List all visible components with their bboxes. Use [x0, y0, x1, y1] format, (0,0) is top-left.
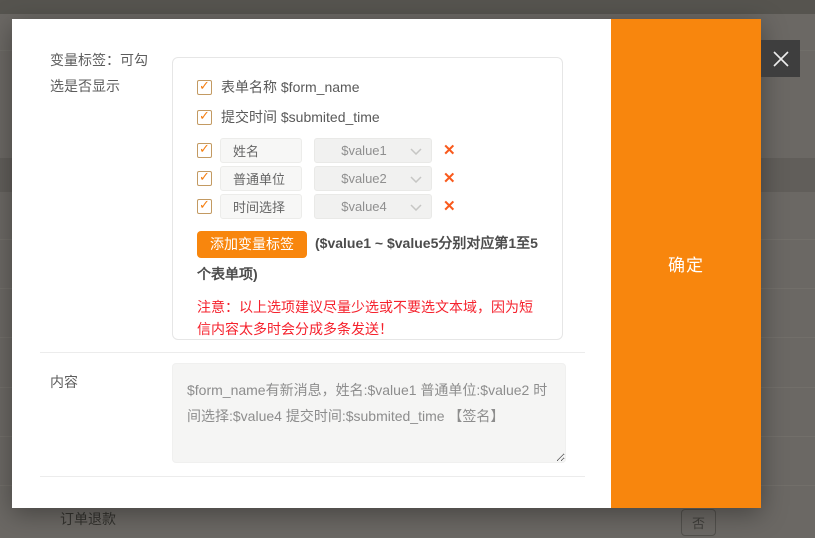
variable-select[interactable]: $value4	[314, 194, 432, 219]
background-header-bar	[0, 0, 815, 14]
close-dialog-button[interactable]	[761, 40, 800, 77]
add-variable-tag-button[interactable]: 添加变量标签	[197, 231, 307, 258]
add-variable-row: 添加变量标签($value1 ~ $value5分别对应第1至5个表单项)	[197, 228, 544, 290]
sms-variable-settings-dialog: 变量标签：可勾选是否显示 表单名称 $form_name 提交时间 $submi…	[12, 19, 761, 508]
section-divider	[40, 476, 585, 477]
variable-select-value: $value4	[341, 199, 387, 214]
variable-tags-panel: 表单名称 $form_name 提交时间 $submited_time $val…	[172, 57, 563, 340]
close-icon	[771, 49, 791, 69]
checkbox-checked-icon[interactable]	[197, 143, 212, 158]
variable-select-value: $value1	[341, 143, 387, 158]
chevron-down-icon	[410, 148, 422, 155]
content-section-label: 内容	[50, 369, 156, 395]
variable-tags-section-label: 变量标签：可勾选是否显示	[50, 47, 156, 99]
chevron-down-icon	[410, 204, 422, 211]
field-name-input[interactable]	[220, 194, 302, 219]
delete-row-icon[interactable]: ✕	[443, 199, 456, 214]
variable-row-submit-time: 提交时间 $submited_time	[197, 108, 544, 126]
delete-row-icon[interactable]: ✕	[443, 171, 456, 186]
variable-field-row: $value2 ✕	[197, 166, 544, 191]
variable-row-form-name: 表单名称 $form_name	[197, 78, 544, 96]
sms-warning-note: 注意：以上选项建议尽量少选或不要选文本域，因为短信内容太多时会分成多条发送！	[197, 296, 544, 340]
variable-select[interactable]: $value1	[314, 138, 432, 163]
chevron-down-icon	[410, 176, 422, 183]
variable-row-label: 提交时间 $submited_time	[221, 107, 380, 127]
checkbox-checked-icon[interactable]	[197, 80, 212, 95]
variable-field-row: $value4 ✕	[197, 194, 544, 219]
confirm-button[interactable]: 确定	[611, 19, 761, 508]
checkbox-checked-icon[interactable]	[197, 110, 212, 125]
sms-content-textarea[interactable]: $form_name有新消息，姓名:$value1 普通单位:$value2 时…	[172, 363, 566, 463]
section-divider	[40, 352, 585, 353]
variable-field-row: $value1 ✕	[197, 138, 544, 163]
variable-select-value: $value2	[341, 171, 387, 186]
background-no-button: 否	[681, 509, 716, 536]
checkbox-checked-icon[interactable]	[197, 171, 212, 186]
background-row-label: 订单退款	[60, 509, 116, 529]
delete-row-icon[interactable]: ✕	[443, 143, 456, 158]
field-name-input[interactable]	[220, 138, 302, 163]
variable-row-label: 表单名称 $form_name	[221, 77, 359, 97]
checkbox-checked-icon[interactable]	[197, 199, 212, 214]
field-name-input[interactable]	[220, 166, 302, 191]
variable-select[interactable]: $value2	[314, 166, 432, 191]
